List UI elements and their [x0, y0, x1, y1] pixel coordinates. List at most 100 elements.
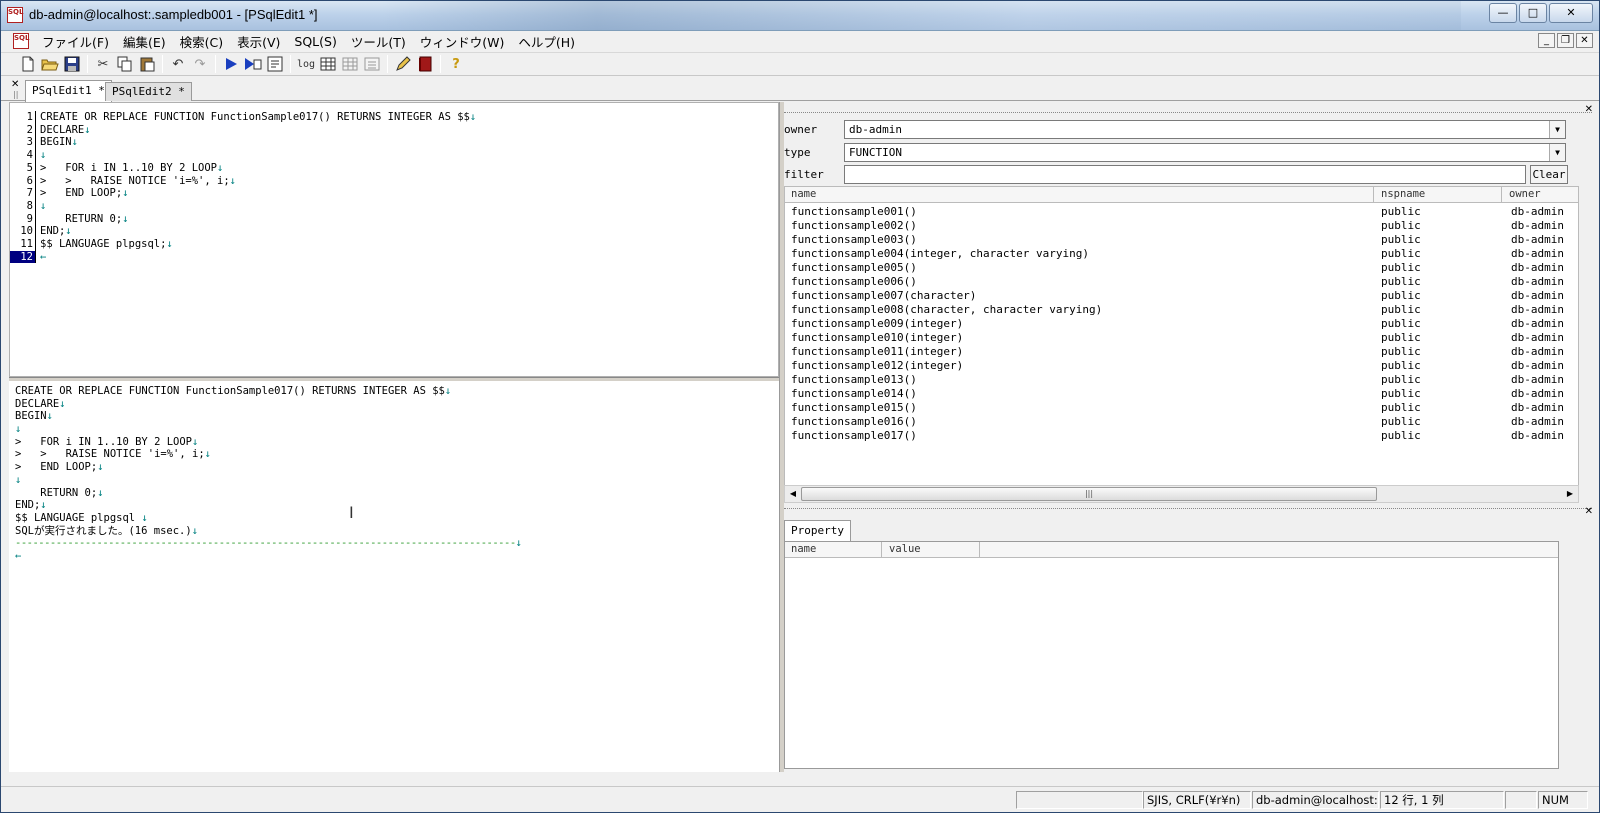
table-grid-icon[interactable]	[317, 54, 339, 74]
tab-psqledit2[interactable]: PSqlEdit2 *	[105, 82, 192, 101]
cell-name: functionsample010(integer)	[791, 331, 964, 344]
table-row[interactable]: functionsample007(character) public db-adm…	[785, 289, 1578, 303]
table-row[interactable]: functionsample010(integer) public db-admin	[785, 331, 1578, 345]
book-icon[interactable]	[414, 54, 436, 74]
menu-sql[interactable]: SQL(S)	[287, 34, 343, 49]
scrollbar-thumb[interactable]: |||	[801, 487, 1377, 501]
open-folder-icon[interactable]	[39, 54, 61, 74]
minimize-button[interactable]: —	[1489, 3, 1517, 23]
output-pane[interactable]: CREATE OR REPLACE FUNCTION FunctionSampl…	[9, 381, 779, 772]
execute-step-icon[interactable]	[242, 54, 264, 74]
execute-icon[interactable]	[220, 54, 242, 74]
table-row[interactable]: functionsample014() public db-admin	[785, 387, 1578, 401]
line-end-mark: ↓	[65, 225, 72, 238]
clear-button[interactable]: Clear	[1530, 165, 1568, 184]
table-row[interactable]: functionsample012(integer) public db-admin	[785, 359, 1578, 373]
table-row[interactable]: functionsample008(character, character v…	[785, 303, 1578, 317]
type-select[interactable]: FUNCTION ▼	[844, 143, 1566, 162]
table-row[interactable]: functionsample017() public db-admin	[785, 429, 1578, 443]
menu-edit[interactable]: 編集(E)	[116, 32, 173, 51]
log-button[interactable]: log	[295, 54, 317, 74]
editor-line: 10 END; ↓	[10, 225, 476, 239]
property-column-name[interactable]: name	[791, 543, 816, 555]
output-line: ↓	[15, 474, 522, 487]
line-number-current: 12	[10, 250, 36, 264]
table-row[interactable]: functionsample011(integer) public db-admin	[785, 345, 1578, 359]
explain-plan-icon[interactable]	[264, 54, 286, 74]
help-icon[interactable]: ?	[445, 54, 467, 74]
redo-icon[interactable]: ↷	[189, 54, 211, 74]
copy-icon[interactable]	[114, 54, 136, 74]
menu-window[interactable]: ウィンドウ(W)	[413, 32, 512, 51]
column-divider[interactable]	[1373, 187, 1374, 203]
property-grid[interactable]: name value	[784, 541, 1559, 769]
table-view-icon[interactable]	[339, 54, 361, 74]
property-splitter[interactable]	[784, 508, 1592, 509]
menu-view[interactable]: 表示(V)	[230, 32, 287, 51]
column-header-owner[interactable]: owner	[1509, 188, 1541, 200]
mdi-doc-icon[interactable]: SQL	[13, 33, 29, 49]
line-end-mark: ↓	[141, 511, 148, 524]
line-end-mark: ↓	[122, 212, 129, 225]
table-row[interactable]: functionsample003() public db-admin	[785, 233, 1578, 247]
table-row[interactable]: functionsample016() public db-admin	[785, 415, 1578, 429]
owner-select-value: db-admin	[849, 123, 902, 136]
property-close-icon[interactable]: ✕	[1585, 506, 1593, 517]
mdi-restore-button[interactable]: ❐	[1557, 33, 1574, 48]
sql-editor[interactable]: 1 CREATE OR REPLACE FUNCTION FunctionSamp…	[9, 102, 779, 377]
title-bar[interactable]: SQL db-admin@localhost:.sampledb001 - [P…	[1, 1, 1599, 31]
mdi-minimize-button[interactable]: _	[1538, 33, 1555, 48]
table-row[interactable]: functionsample013() public db-admin	[785, 373, 1578, 387]
maximize-button[interactable]: □	[1519, 3, 1547, 23]
cell-nspname: public	[1381, 219, 1421, 232]
save-icon[interactable]	[61, 54, 83, 74]
column-divider[interactable]	[1501, 187, 1502, 203]
line-end-mark: ↓	[15, 423, 22, 436]
menu-tools[interactable]: ツール(T)	[344, 32, 413, 51]
owner-select[interactable]: db-admin ▼	[844, 120, 1566, 139]
column-header-nspname[interactable]: nspname	[1381, 188, 1425, 200]
table-row[interactable]: functionsample005() public db-admin	[785, 261, 1578, 275]
type-select-value: FUNCTION	[849, 146, 902, 159]
panel-grip[interactable]	[784, 112, 1592, 113]
grid-header: name nspname owner	[785, 187, 1578, 203]
cell-owner: db-admin	[1511, 275, 1564, 288]
cell-owner: db-admin	[1511, 387, 1564, 400]
table-row[interactable]: functionsample009(integer) public db-admin	[785, 317, 1578, 331]
panel-close-icon[interactable]: ✕	[1585, 104, 1593, 115]
table-form-icon[interactable]	[361, 54, 383, 74]
chevron-down-icon[interactable]: ▼	[1549, 144, 1565, 161]
undo-icon[interactable]: ↶	[167, 54, 189, 74]
filter-input[interactable]	[844, 165, 1526, 184]
table-row[interactable]: functionsample004(integer, character var…	[785, 247, 1578, 261]
mdi-close-button[interactable]: ✕	[1576, 33, 1593, 48]
toolbar: ✂ ↶ ↷ log ?	[1, 52, 1599, 76]
output-line: CREATE OR REPLACE FUNCTION FunctionSampl…	[15, 385, 522, 398]
menu-help[interactable]: ヘルプ(H)	[511, 32, 582, 51]
new-file-icon[interactable]	[17, 54, 39, 74]
table-row[interactable]: functionsample002() public db-admin	[785, 219, 1578, 233]
menu-file[interactable]: ファイル(F)	[35, 32, 116, 51]
tab-psqledit1[interactable]: PSqlEdit1 *	[25, 80, 112, 102]
menu-search[interactable]: 検索(C)	[173, 32, 230, 51]
column-divider[interactable]	[881, 542, 882, 558]
chevron-down-icon[interactable]: ▼	[1549, 121, 1565, 138]
cut-icon[interactable]: ✂	[92, 54, 114, 74]
close-button[interactable]: ✕	[1549, 3, 1593, 23]
column-divider[interactable]	[979, 542, 980, 558]
grid-horizontal-scrollbar[interactable]: ◀ ||| ▶	[784, 485, 1579, 503]
output-text: RETURN 0;	[15, 486, 98, 499]
tab-property[interactable]: Property	[784, 520, 851, 542]
table-row[interactable]: functionsample015() public db-admin	[785, 401, 1578, 415]
paste-icon[interactable]	[136, 54, 158, 74]
scroll-left-icon[interactable]: ◀	[785, 487, 801, 501]
table-row[interactable]: functionsample001() public db-admin	[785, 205, 1578, 219]
column-header-name[interactable]: name	[791, 188, 816, 200]
scroll-right-icon[interactable]: ▶	[1562, 487, 1578, 501]
tabstrip-close-icon[interactable]: ✕	[11, 79, 19, 90]
property-column-value[interactable]: value	[889, 543, 921, 555]
edit-pencil-icon[interactable]	[392, 54, 414, 74]
table-row[interactable]: functionsample006() public db-admin	[785, 275, 1578, 289]
function-list-grid[interactable]: name nspname owner functionsample001() pu…	[784, 186, 1579, 486]
line-end-mark: ↓	[40, 199, 47, 212]
